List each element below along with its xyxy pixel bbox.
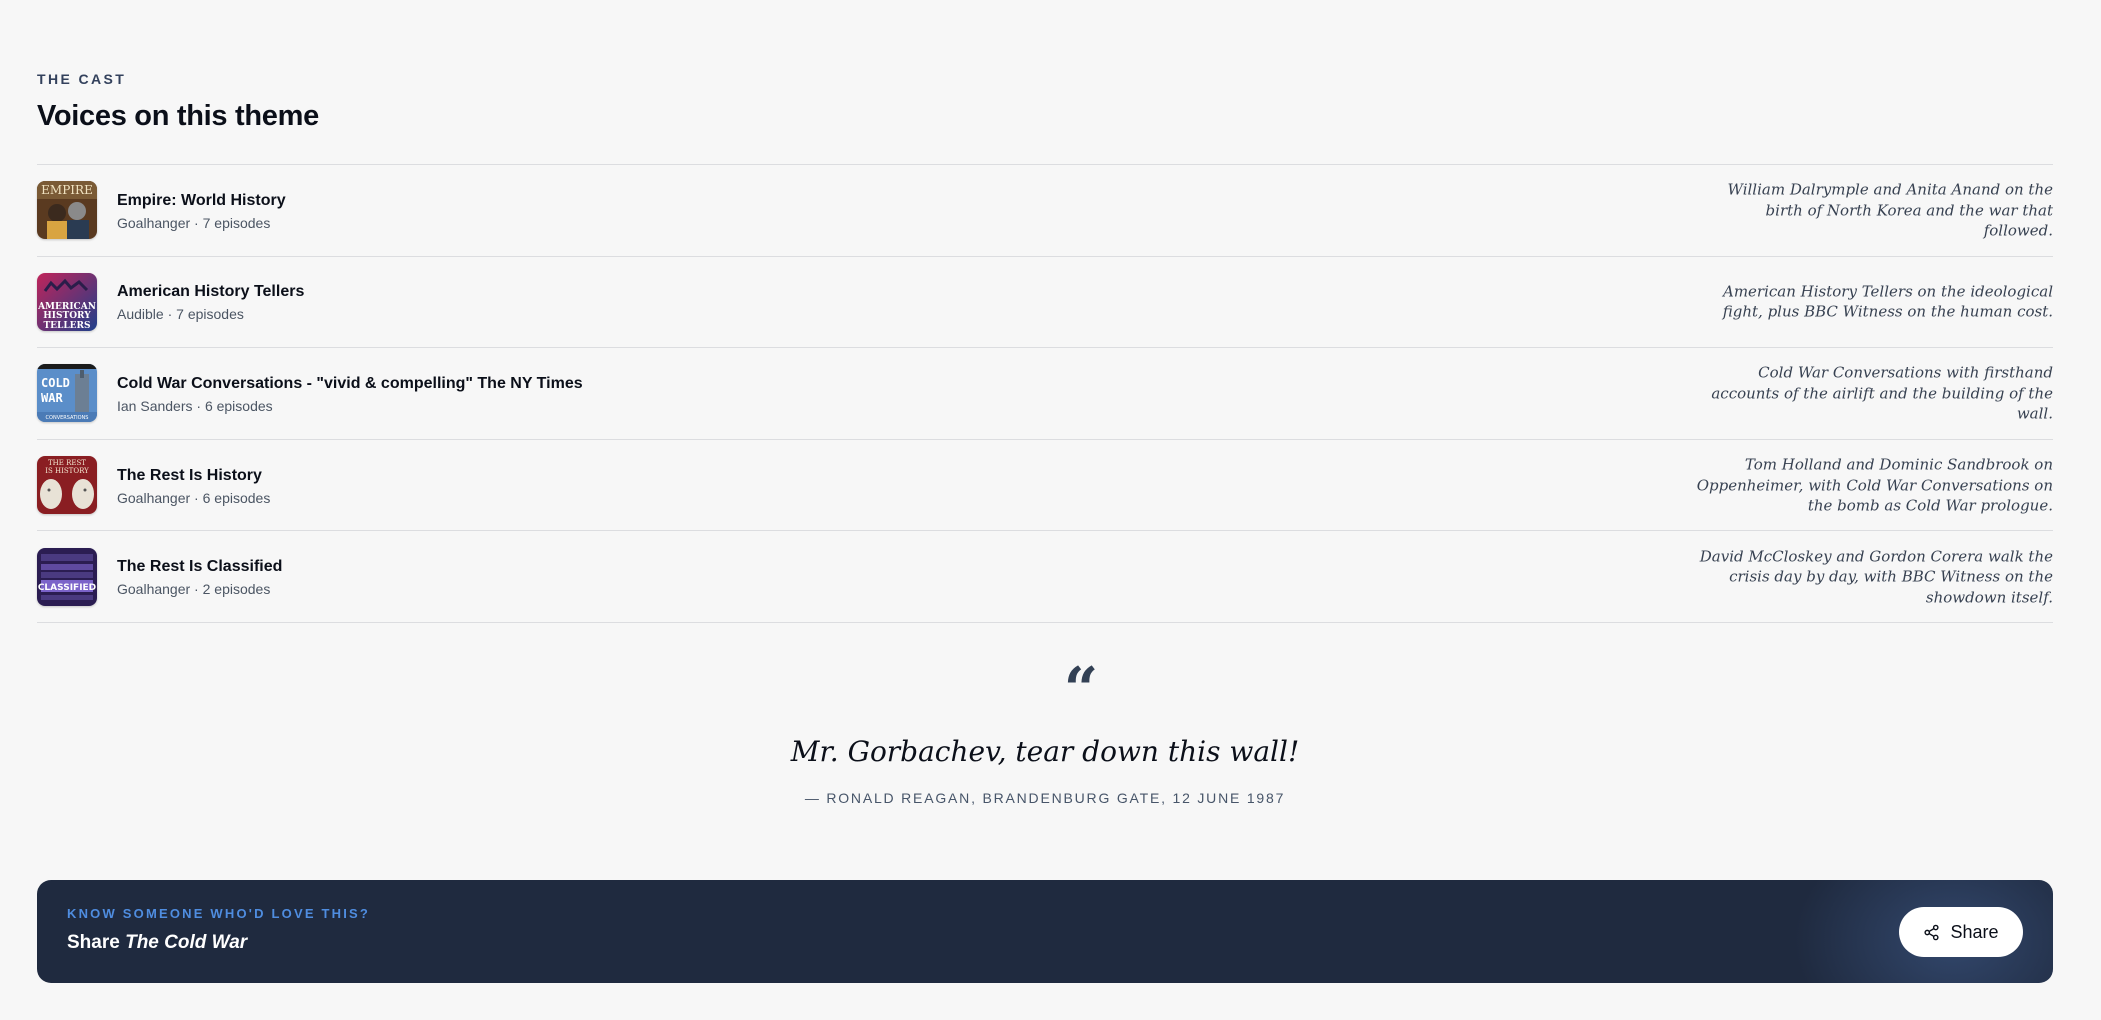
pull-quote: Mr. Gorbachev, tear down this wall!: [790, 735, 1300, 768]
list-item[interactable]: COLD WAR CONVERSATIONS Cold War Conversa…: [37, 348, 2053, 440]
podcast-artwork[interactable]: THE REST IS HISTORY: [37, 456, 97, 515]
svg-text:EMPIRE: EMPIRE: [41, 183, 93, 197]
podcast-artwork[interactable]: AMERICAN HISTORY TELLERS: [37, 272, 97, 331]
svg-text:THE REST: THE REST: [48, 459, 86, 467]
podcast-title[interactable]: Empire: World History: [117, 190, 286, 212]
podcast-artwork[interactable]: EMPIRE: [37, 181, 97, 240]
podcast-title[interactable]: The Rest Is Classified: [117, 556, 282, 578]
svg-text:IS HISTORY: IS HISTORY: [45, 467, 89, 475]
quote-mark-icon: “: [1063, 655, 1099, 725]
podcast-blurb: Tom Holland and Dominic Sandbrook on Opp…: [1696, 455, 2053, 515]
podcast-subline: Ian Sanders · 6 episodes: [117, 397, 273, 414]
share-banner-eyebrow: KNOW SOMEONE WHO'D LOVE THIS?: [67, 906, 371, 921]
podcast-subline: Goalhanger · 7 episodes: [117, 214, 271, 231]
share-icon: [1924, 924, 1940, 940]
share-button[interactable]: Share: [1899, 907, 2023, 957]
share-title-prefix: Share: [67, 932, 126, 953]
podcast-subline: Goalhanger · 2 episodes: [117, 581, 271, 598]
share-title-emphasis: The Cold War: [125, 932, 248, 953]
podcast-blurb: Cold War Conversations with firsthand ac…: [1711, 363, 2053, 423]
podcast-title[interactable]: The Rest Is History: [117, 465, 270, 487]
svg-text:HISTORY: HISTORY: [43, 311, 91, 321]
podcast-title[interactable]: American History Tellers: [117, 281, 304, 303]
share-banner: KNOW SOMEONE WHO'D LOVE THIS? Share The …: [37, 880, 2053, 983]
american-history-tellers-cover-art-icon: AMERICAN HISTORY TELLERS: [37, 272, 97, 331]
podcast-blurb: David McCloskey and Gordon Corera walk t…: [1699, 546, 2053, 606]
podcast-subline: Audible · 7 episodes: [117, 306, 244, 323]
podcast-blurb: American History Tellers on the ideologi…: [1722, 282, 2053, 321]
share-banner-title: Share The Cold War: [67, 932, 247, 954]
podcast-artwork[interactable]: COLD WAR CONVERSATIONS: [37, 364, 97, 423]
share-button-label: Share: [1950, 921, 1999, 942]
svg-text:TELLERS: TELLERS: [43, 321, 90, 331]
podcast-list: EMPIRE Empire: World History Goalhanger …: [37, 164, 2053, 623]
podcast-subline: Goalhanger · 6 episodes: [117, 489, 271, 506]
cold-war-conversations-cover-art-icon: COLD WAR CONVERSATIONS: [37, 364, 97, 423]
podcast-title[interactable]: Cold War Conversations - "vivid & compel…: [117, 373, 583, 395]
podcast-artwork[interactable]: CLASSIFIED: [37, 547, 97, 606]
svg-text:WAR: WAR: [41, 391, 63, 405]
list-item[interactable]: CLASSIFIED The Rest Is Classified Goalha…: [37, 531, 2053, 623]
svg-text:COLD: COLD: [41, 376, 70, 390]
the-rest-is-history-cover-art-icon: THE REST IS HISTORY: [37, 456, 97, 515]
empire-cover-art-icon: EMPIRE: [37, 181, 97, 240]
the-rest-is-classified-cover-art-icon: CLASSIFIED: [37, 547, 97, 606]
list-item[interactable]: THE REST IS HISTORY The Rest Is History …: [37, 440, 2053, 532]
quote-attribution: — RONALD REAGAN, BRANDENBURG GATE, 12 JU…: [804, 790, 1286, 806]
list-item[interactable]: EMPIRE Empire: World History Goalhanger …: [37, 165, 2053, 257]
list-item[interactable]: AMERICAN HISTORY TELLERS American Histor…: [37, 257, 2053, 349]
svg-text:CLASSIFIED: CLASSIFIED: [38, 583, 96, 593]
svg-text:CONVERSATIONS: CONVERSATIONS: [46, 415, 89, 421]
section-heading: Voices on this theme: [37, 100, 319, 132]
podcast-blurb: William Dalrymple and Anita Anand on the…: [1727, 180, 2053, 240]
section-eyebrow: THE CAST: [37, 71, 127, 87]
